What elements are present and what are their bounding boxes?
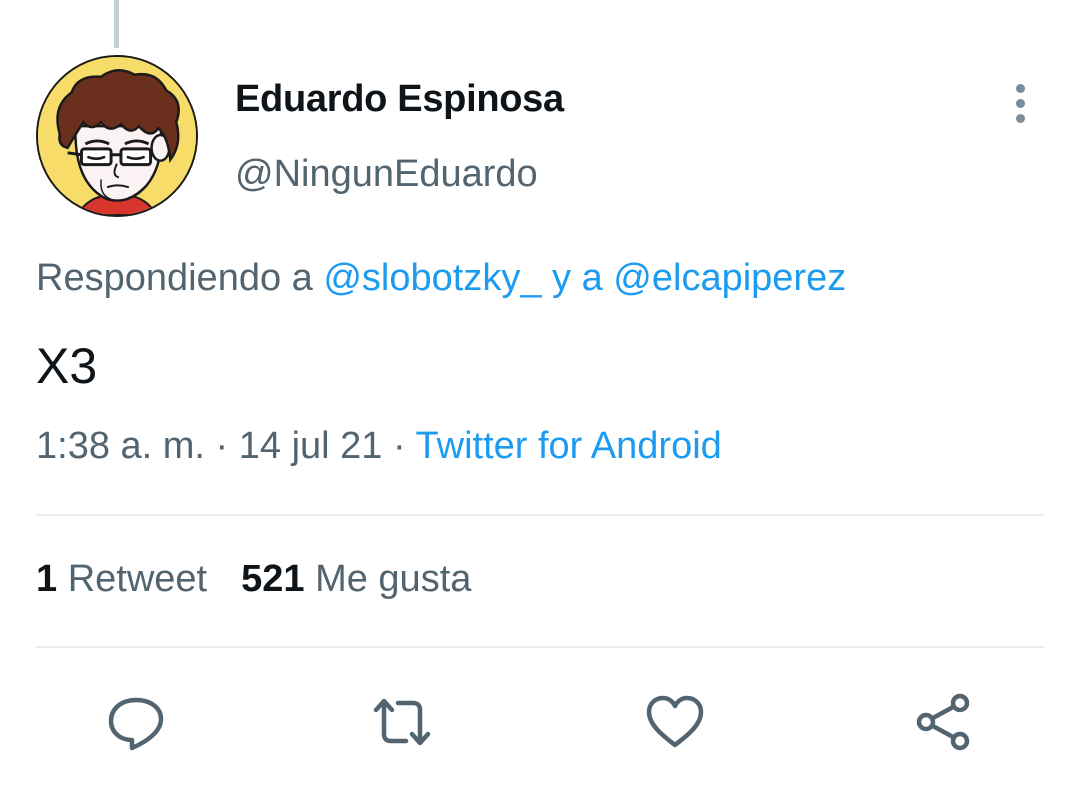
tweet-source-link[interactable]: Twitter for Android [416,425,722,467]
author-display-name[interactable]: Eduardo Espinosa [235,78,564,121]
avatar-cartoon-image [38,57,196,215]
tweet-body-text: X3 [36,338,98,394]
meta-separator: · [215,425,229,467]
meta-separator: · [393,425,406,467]
likes-count: 521 [241,558,305,600]
likes-stat[interactable]: 521 Me gusta [241,558,471,600]
tweet-time[interactable]: 1:38 a. m. [36,425,205,467]
retweet-icon [373,698,431,746]
retweet-button[interactable] [370,690,434,754]
thread-connector-line [114,0,119,48]
more-options-icon [1016,84,1025,93]
retweets-label: Retweet [67,558,208,600]
replying-to-joiner[interactable]: y a [552,257,603,299]
share-icon [916,693,970,751]
replying-to-line: Respondiendo a @slobotzky_ y a @elcapipe… [36,257,846,300]
author-handle[interactable]: @NingunEduardo [235,153,538,196]
tweet-metadata: 1:38 a. m. · 14 jul 21 · Twitter for And… [36,425,722,468]
retweets-stat[interactable]: 1 Retweet [36,558,207,600]
likes-label: Me gusta [315,558,472,600]
divider [36,514,1044,516]
reply-icon [108,697,164,751]
more-options-button[interactable] [1002,82,1038,124]
more-options-icon-dot [1016,99,1025,108]
divider [36,646,1044,648]
share-button[interactable] [912,690,976,754]
engagement-stats: 1 Retweet 521 Me gusta [36,558,471,601]
retweets-count: 1 [36,558,58,600]
replying-to-prefix: Respondiendo a [36,257,313,299]
tweet-date[interactable]: 14 jul 21 [239,425,383,467]
mention-link-elcapiperez[interactable]: @elcapiperez [613,257,846,299]
more-options-icon-dot [1016,114,1025,123]
mention-link-slobotzky[interactable]: @slobotzky_ [323,257,541,299]
like-button[interactable] [643,690,707,754]
avatar[interactable] [36,55,198,217]
heart-icon [646,695,704,748]
reply-button[interactable] [104,690,168,754]
